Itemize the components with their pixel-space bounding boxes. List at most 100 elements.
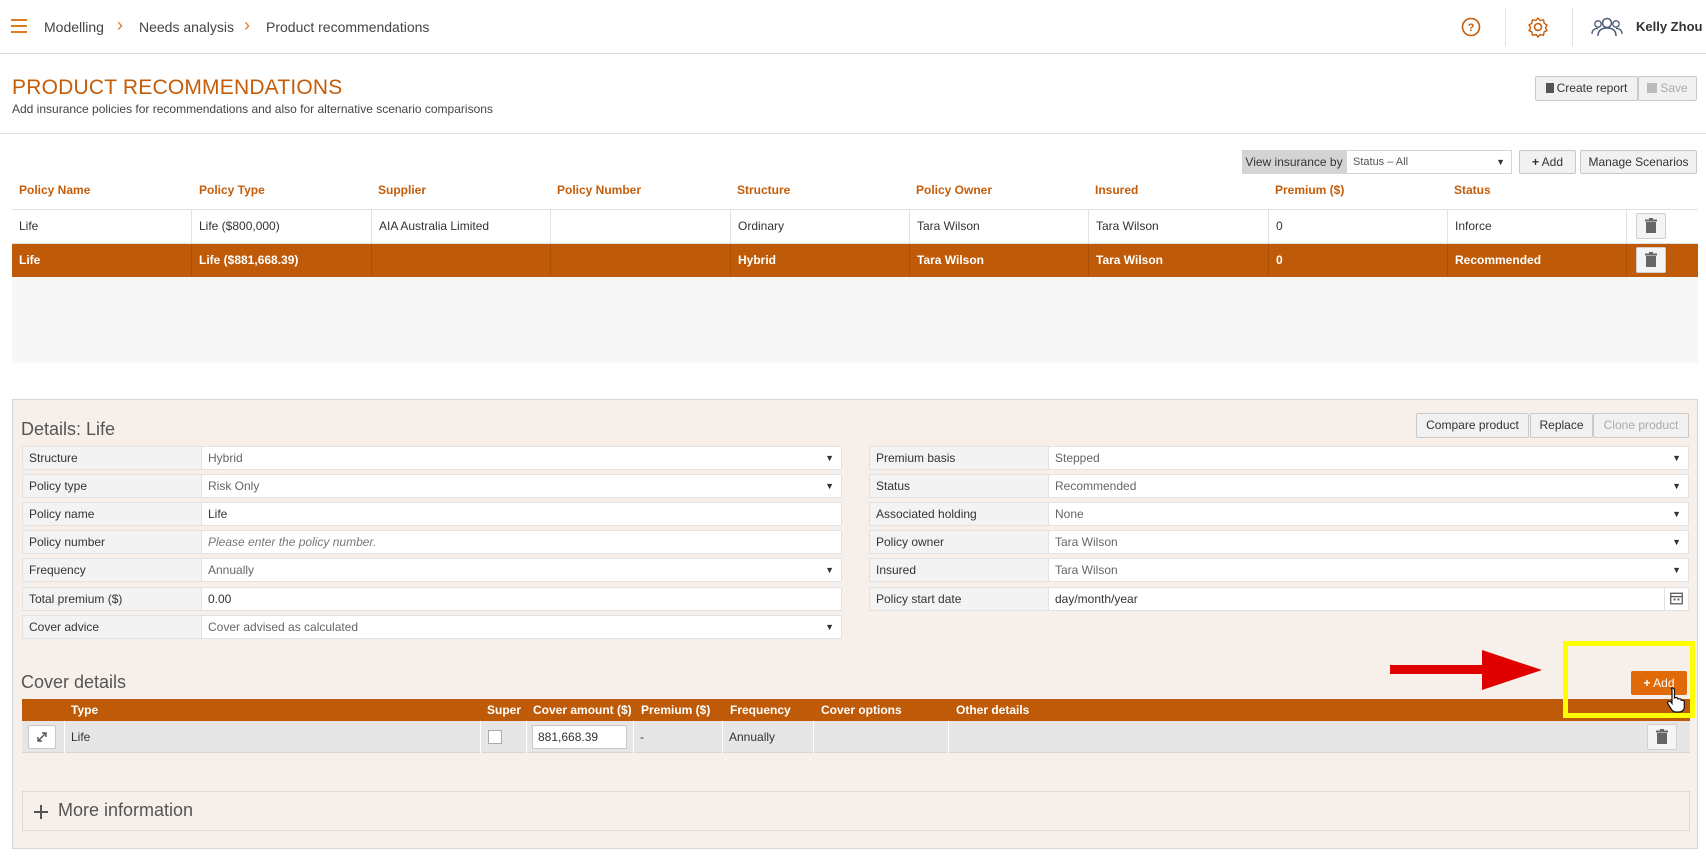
status-cell: Recommended (1447, 244, 1626, 278)
policy-name-field[interactable]: Policy name Life (22, 502, 842, 526)
super-checkbox[interactable] (488, 730, 502, 744)
add-policy-button[interactable]: + Add (1519, 150, 1576, 174)
caret-down-icon: ▼ (825, 481, 834, 491)
compare-product-button[interactable]: Compare product (1416, 413, 1529, 438)
field-label: Structure (22, 446, 202, 470)
field-value: Risk Only (208, 479, 260, 493)
gear-icon[interactable] (1525, 14, 1551, 40)
insured-cell: Tara Wilson (1088, 210, 1268, 244)
cover-table-row[interactable]: Life 881,668.39 - Annually (22, 721, 1690, 753)
view-insurance-by-select[interactable]: Status – All ▼ (1346, 150, 1512, 174)
premium-cell: 0 (1268, 210, 1447, 244)
column-header: Structure (737, 183, 791, 197)
chevron-right-icon: › (117, 15, 123, 35)
status-select[interactable]: Recommended ▼ (1049, 474, 1689, 498)
column-header: Supplier (378, 183, 427, 197)
insured-field[interactable]: Insured Tara Wilson ▼ (869, 558, 1689, 582)
more-information-label: More information (58, 800, 194, 820)
document-icon (1545, 83, 1554, 93)
total-premium-field[interactable]: Total premium ($) 0.00 (22, 587, 842, 611)
replace-button[interactable]: Replace (1530, 413, 1593, 438)
user-name[interactable]: Kelly Zhou (1636, 19, 1702, 34)
field-label: Cover advice (22, 615, 202, 639)
delete-button[interactable] (1636, 247, 1666, 273)
cover-frequency-cell: Annually (722, 721, 813, 753)
help-icon[interactable]: ? (1458, 14, 1484, 40)
insured-select[interactable]: Tara Wilson ▼ (1049, 558, 1689, 582)
policy-type-cell: Life ($881,668.39) (191, 244, 371, 278)
delete-cover-button[interactable] (1647, 724, 1677, 750)
create-report-label: Create report (1556, 81, 1628, 95)
menu-icon[interactable] (11, 19, 27, 33)
chevron-right-icon: › (244, 15, 250, 35)
policy-owner-select[interactable]: Tara Wilson ▼ (1049, 530, 1689, 554)
clone-product-button[interactable]: Clone product (1593, 413, 1689, 438)
table-row-selected[interactable]: Life Life ($881,668.39) Hybrid Tara Wils… (12, 243, 1698, 278)
policy-type-field[interactable]: Policy type Risk Only ▼ (22, 474, 842, 498)
cover-table-header: Type Super Cover amount ($) Premium ($) … (22, 699, 1690, 721)
policy-name-cell: Life (19, 253, 41, 267)
policy-start-date-field[interactable]: Policy start date day/month/year (869, 587, 1689, 611)
structure-field[interactable]: Structure Hybrid ▼ (22, 446, 842, 470)
associated-holding-select[interactable]: None ▼ (1049, 502, 1689, 526)
field-label: Policy owner (869, 530, 1049, 554)
policy-number-input[interactable]: Please enter the policy number. (202, 530, 842, 554)
create-report-button[interactable]: Create report (1535, 76, 1638, 101)
policy-owner-field[interactable]: Policy owner Tara Wilson ▼ (869, 530, 1689, 554)
details-title: Details: Life (21, 419, 116, 439)
status-field[interactable]: Status Recommended ▼ (869, 474, 1689, 498)
other-details-cell (948, 721, 1638, 753)
policy-type-select[interactable]: Risk Only ▼ (202, 474, 842, 498)
caret-down-icon: ▼ (825, 622, 834, 632)
policy-name-input[interactable]: Life (202, 502, 842, 526)
cover-advice-select[interactable]: Cover advised as calculated ▼ (202, 615, 842, 639)
breadcrumb-modelling[interactable]: Modelling (44, 19, 104, 35)
field-value: Tara Wilson (1055, 563, 1118, 577)
divider (0, 133, 1706, 134)
premium-basis-select[interactable]: Stepped ▼ (1049, 446, 1689, 470)
breadcrumb-needs-analysis[interactable]: Needs analysis (139, 19, 234, 35)
frequency-field[interactable]: Frequency Annually ▼ (22, 558, 842, 582)
manage-scenarios-button[interactable]: Manage Scenarios (1580, 150, 1697, 174)
status-cell: Inforce (1447, 210, 1626, 244)
field-label: Policy number (22, 530, 202, 554)
field-label: Premium basis (869, 446, 1049, 470)
users-icon[interactable] (1590, 14, 1624, 40)
column-header: Premium ($) (1275, 183, 1345, 197)
view-insurance-by-label: View insurance by (1242, 150, 1346, 174)
premium-cell: 0 (1268, 244, 1447, 278)
cover-amount-input[interactable]: 881,668.39 (532, 725, 627, 749)
caret-down-icon: ▼ (1672, 481, 1681, 491)
column-header: Policy Name (19, 183, 91, 197)
field-value: Cover advised as calculated (208, 620, 359, 634)
structure-select[interactable]: Hybrid ▼ (202, 446, 842, 470)
policy-start-date-input[interactable]: day/month/year (1049, 587, 1689, 611)
cover-advice-field[interactable]: Cover advice Cover advised as calculated… (22, 615, 842, 639)
policy-number-field[interactable]: Policy number Please enter the policy nu… (22, 530, 842, 554)
column-header: Premium ($) (641, 703, 711, 717)
premium-basis-field[interactable]: Premium basis Stepped ▼ (869, 446, 1689, 470)
more-information-section[interactable]: More information (22, 791, 1690, 831)
view-insurance-by-value: Status – All (1353, 156, 1409, 168)
frequency-select[interactable]: Annually ▼ (202, 558, 842, 582)
policy-owner-cell: Tara Wilson (909, 210, 1088, 244)
expand-icon (37, 732, 47, 742)
table-row[interactable]: Life Life ($800,000) AIA Australia Limit… (12, 209, 1698, 244)
caret-down-icon: ▼ (1672, 509, 1681, 519)
caret-down-icon: ▼ (825, 453, 834, 463)
expand-button[interactable] (28, 725, 56, 749)
trash-icon (1656, 729, 1668, 744)
save-button[interactable]: Save (1638, 76, 1697, 101)
policy-name-cell: Life (19, 219, 39, 233)
policy-number-cell (550, 210, 730, 244)
field-value: Stepped (1055, 451, 1100, 465)
delete-button[interactable] (1636, 213, 1666, 239)
associated-holding-field[interactable]: Associated holding None ▼ (869, 502, 1689, 526)
save-icon (1647, 83, 1658, 93)
total-premium-input[interactable]: 0.00 (202, 587, 842, 611)
field-label: Status (869, 474, 1049, 498)
supplier-cell: AIA Australia Limited (371, 210, 550, 244)
calendar-icon[interactable] (1664, 588, 1688, 610)
column-header: Cover amount ($) (533, 703, 632, 717)
red-arrow-annotation (1390, 650, 1542, 690)
